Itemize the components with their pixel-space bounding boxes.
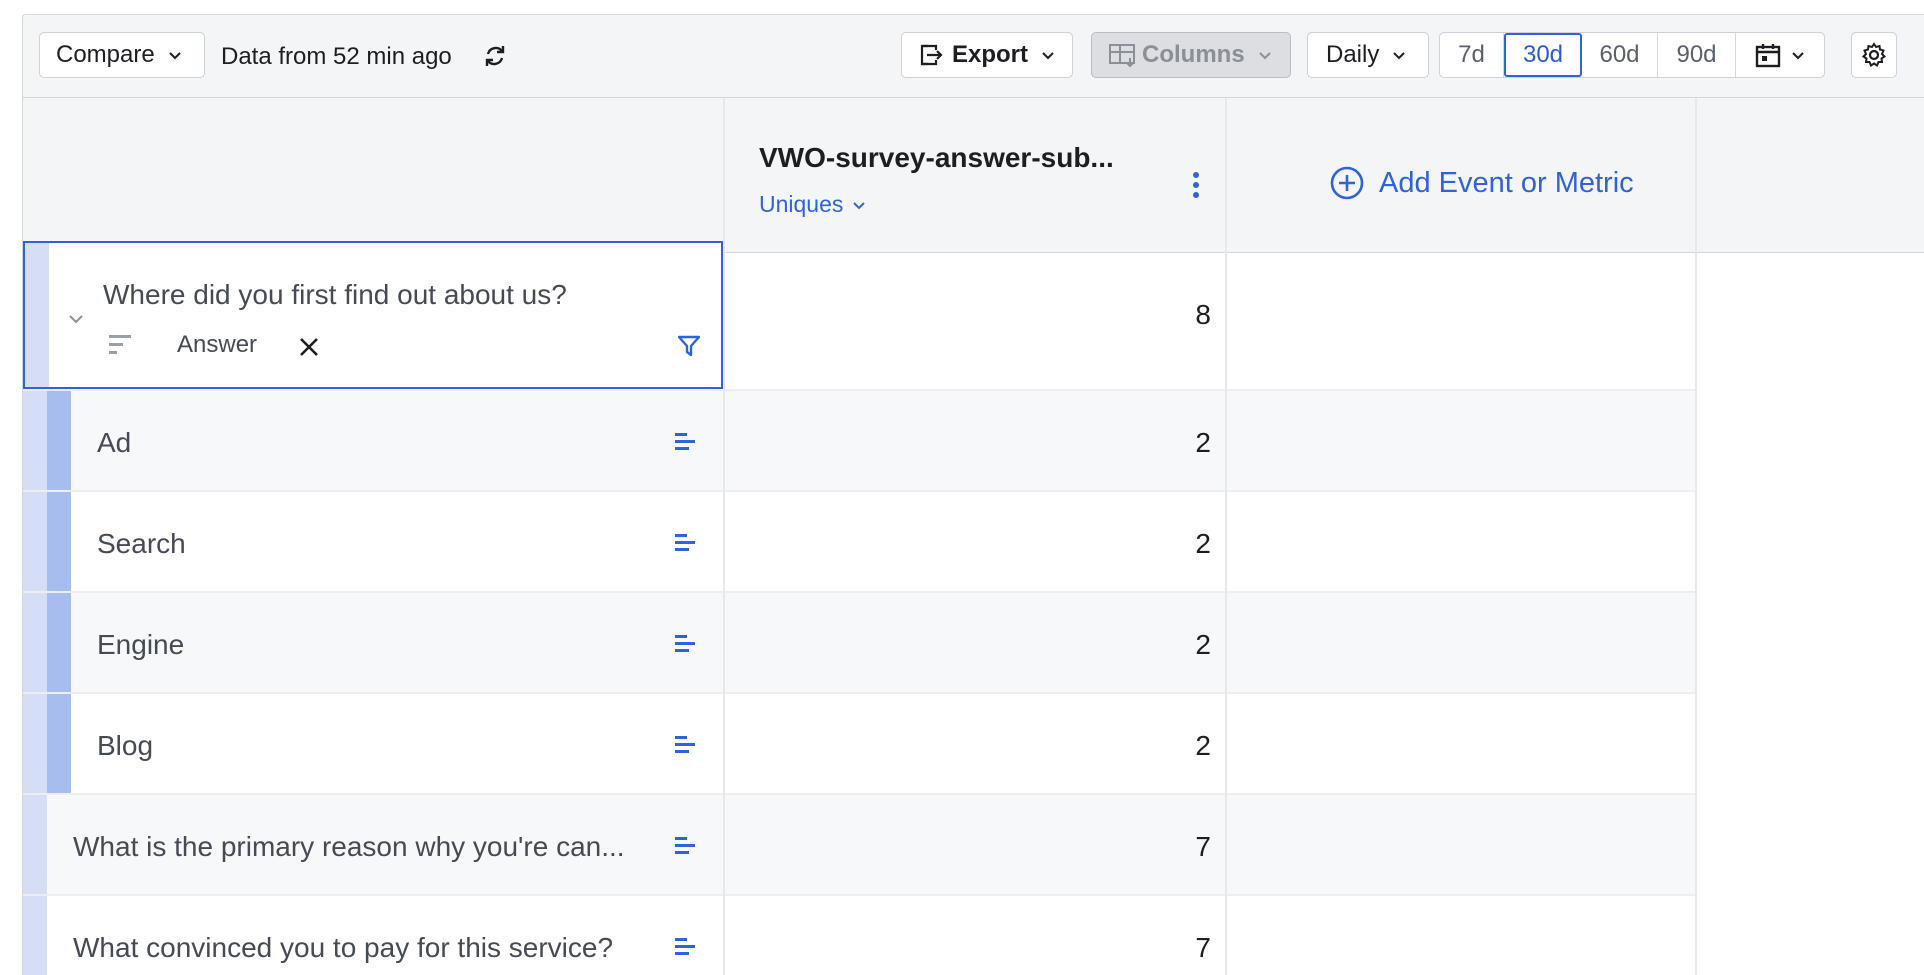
cell-value: 8 xyxy=(1195,299,1211,330)
metric-type-select[interactable]: Uniques xyxy=(759,191,867,218)
date-range-selector: 7d 30d 60d 90d xyxy=(1439,32,1825,78)
column-divider xyxy=(1225,98,1227,975)
column-divider xyxy=(1695,98,1697,975)
export-label: Export xyxy=(952,41,1029,68)
question-label: Where did you first find out about us? xyxy=(103,279,567,310)
cell-value: 2 xyxy=(1195,730,1211,761)
breakdown-icon[interactable] xyxy=(675,633,697,655)
breakdown-icon[interactable] xyxy=(675,734,697,756)
value-cell: 8 xyxy=(725,241,1225,389)
chevron-down-icon xyxy=(1393,52,1406,60)
table-row: Ad 2 xyxy=(23,391,1695,492)
cell-value: 2 xyxy=(1195,629,1211,660)
cell-value: 7 xyxy=(1195,831,1211,862)
more-options-icon[interactable] xyxy=(1191,171,1201,199)
chevron-down-icon xyxy=(1258,52,1271,60)
breakdown-icon[interactable] xyxy=(675,835,697,857)
close-icon[interactable] xyxy=(297,335,321,359)
export-button[interactable]: Export xyxy=(901,32,1073,78)
property-chip[interactable]: Answer xyxy=(177,331,257,359)
chevron-down-icon xyxy=(853,201,866,209)
segmentation-panel: Compare Data from 52 min ago Export Colu… xyxy=(22,14,1924,975)
data-freshness: Data from 52 min ago xyxy=(221,43,452,70)
answer-label: Ad xyxy=(97,427,132,458)
empty-cell xyxy=(1227,241,1695,389)
question-label: What is the primary reason why you're ca… xyxy=(73,831,625,862)
columns-icon xyxy=(1109,44,1135,68)
segment-table: Where did you first find out about us? A… xyxy=(23,241,1695,975)
selected-segment-row[interactable]: Where did you first find out about us? A… xyxy=(23,241,723,389)
table-row: What is the primary reason why you're ca… xyxy=(23,795,1695,896)
answer-label: Blog xyxy=(97,730,154,761)
refresh-icon[interactable] xyxy=(481,42,509,70)
range-30d[interactable]: 30d xyxy=(1504,33,1582,77)
breakdown-icon[interactable] xyxy=(675,431,697,453)
breakdown-icon[interactable] xyxy=(675,532,697,554)
answer-label: Search xyxy=(97,528,186,559)
question-label: What convinced you to pay for this servi… xyxy=(73,932,614,963)
breakdown-icon[interactable] xyxy=(675,936,697,958)
chevron-down-icon[interactable] xyxy=(67,309,85,327)
settings-button[interactable] xyxy=(1851,32,1897,78)
cell-value: 2 xyxy=(1195,528,1211,559)
calendar-button[interactable] xyxy=(1736,33,1824,77)
add-circle-icon xyxy=(1330,166,1364,200)
chevron-down-icon xyxy=(169,52,181,60)
compare-label: Compare xyxy=(56,41,155,68)
range-7d[interactable]: 7d xyxy=(1440,33,1504,77)
metric-type-label: Uniques xyxy=(759,191,844,217)
toolbar: Compare Data from 52 min ago Export Colu… xyxy=(23,15,1924,98)
compare-button[interactable]: Compare xyxy=(39,32,205,78)
segment-column-header xyxy=(23,98,725,253)
export-icon xyxy=(920,44,943,66)
interval-label: Daily xyxy=(1326,41,1380,68)
group-by-icon xyxy=(109,335,131,354)
cell-value: 7 xyxy=(1195,932,1211,963)
filter-icon[interactable] xyxy=(677,334,701,358)
table-row: Blog 2 xyxy=(23,694,1695,795)
table-row: What convinced you to pay for this servi… xyxy=(23,896,1695,975)
gear-icon xyxy=(1861,42,1887,67)
add-metric-label: Add Event or Metric xyxy=(1379,166,1634,199)
range-90d[interactable]: 90d xyxy=(1658,33,1736,77)
table-row: Engine 2 xyxy=(23,593,1695,694)
table-row: Search 2 xyxy=(23,492,1695,593)
calendar-icon xyxy=(1755,44,1781,68)
metric-title[interactable]: VWO-survey-answer-sub... xyxy=(759,142,1114,174)
chevron-down-icon xyxy=(1792,52,1804,60)
interval-select[interactable]: Daily xyxy=(1307,32,1429,78)
columns-button[interactable]: Columns xyxy=(1091,32,1291,78)
column-divider xyxy=(723,98,725,975)
metric-column-header xyxy=(725,98,1227,253)
range-60d[interactable]: 60d xyxy=(1582,33,1658,77)
add-event-or-metric-button[interactable]: Add Event or Metric xyxy=(1329,165,1634,201)
chevron-down-icon xyxy=(1042,52,1054,60)
columns-label: Columns xyxy=(1142,41,1245,68)
answer-label: Engine xyxy=(97,629,185,660)
cell-value: 2 xyxy=(1195,427,1211,458)
table-row: Where did you first find out about us? A… xyxy=(23,241,1695,391)
